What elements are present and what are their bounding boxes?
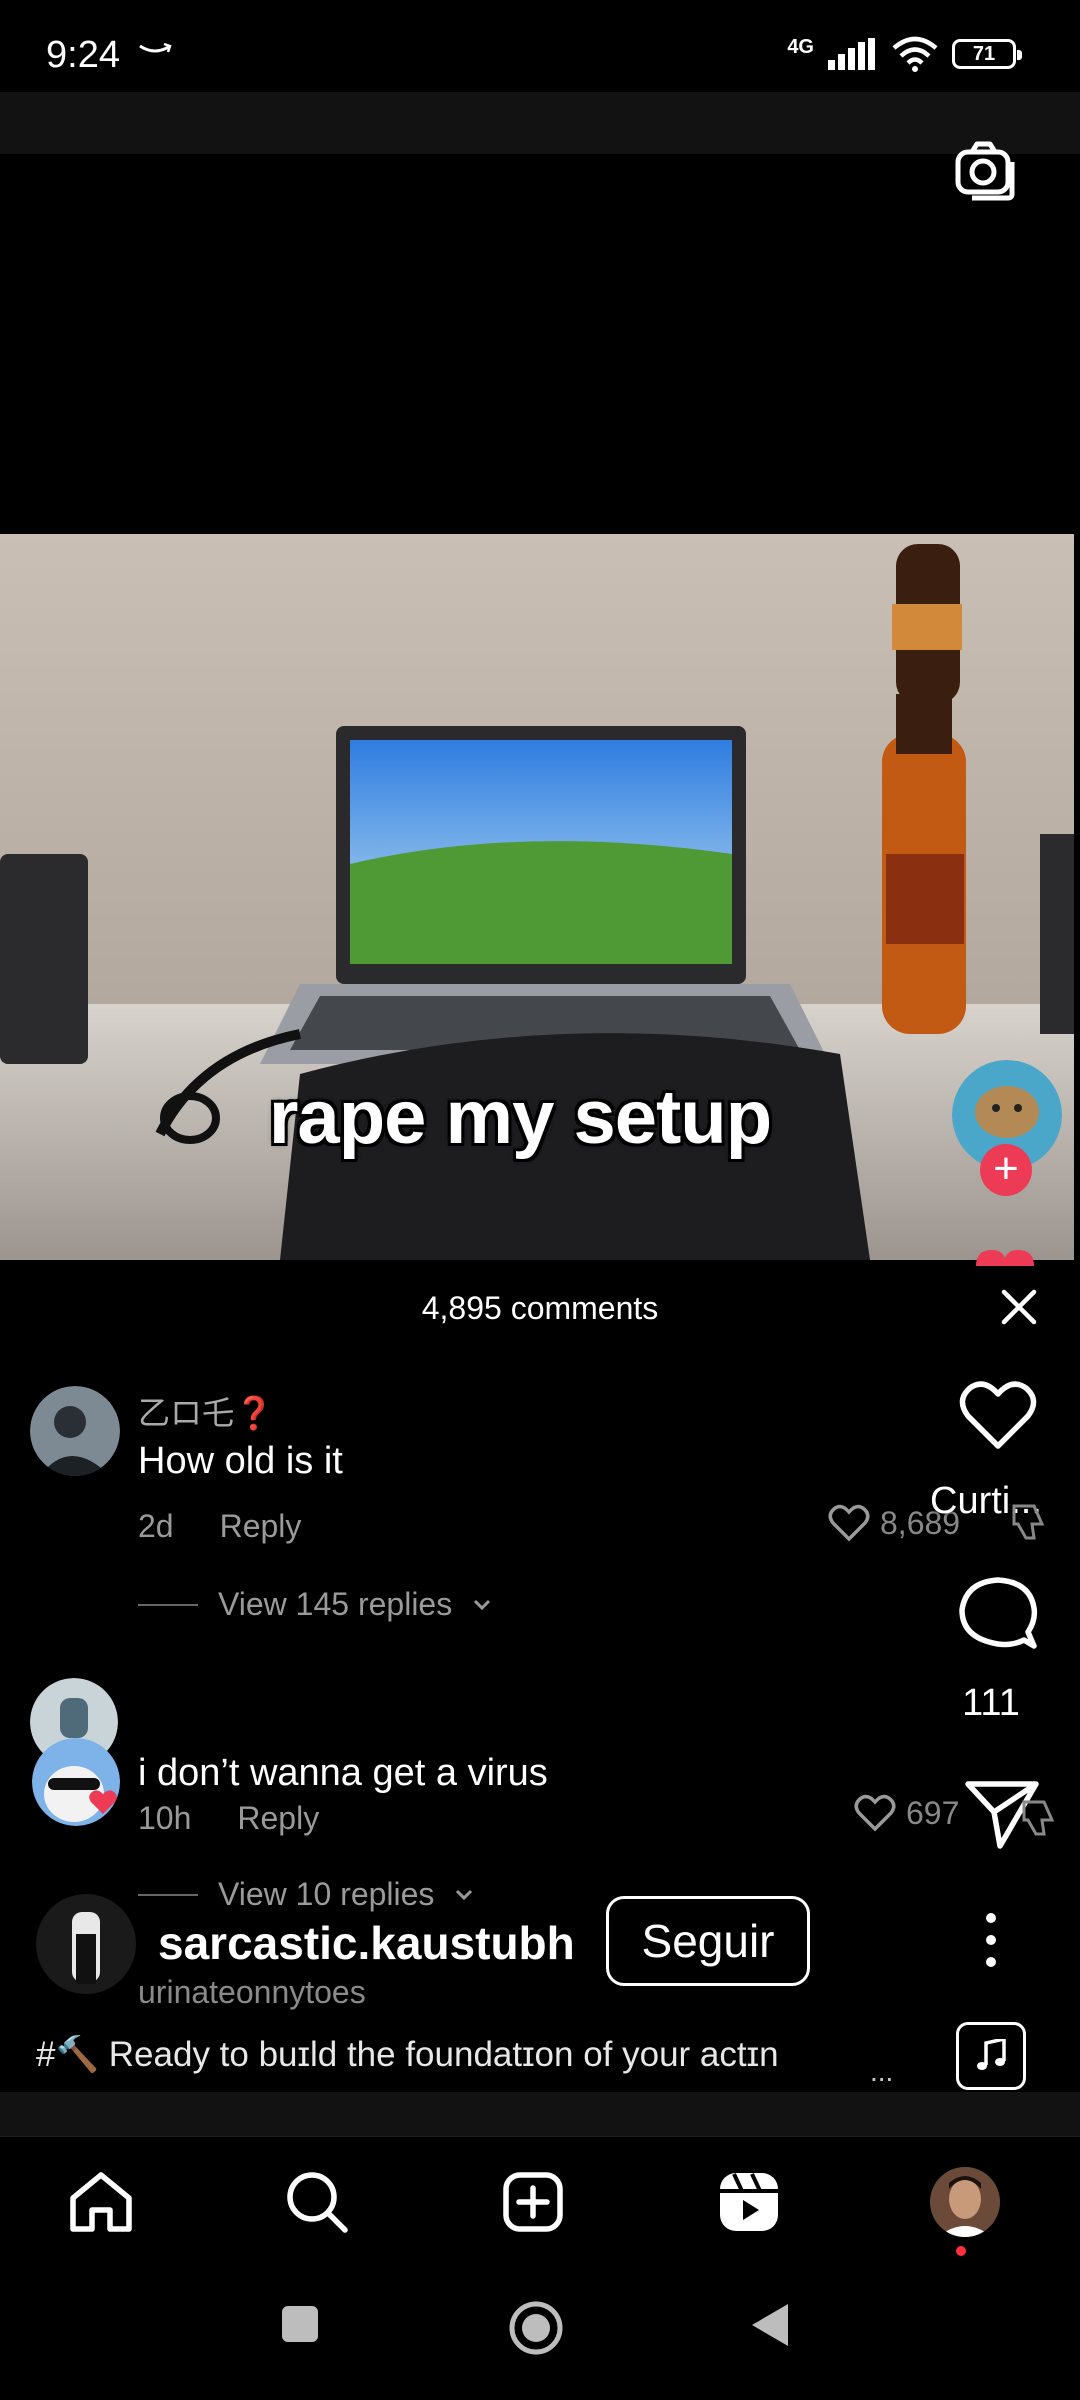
comment-bubble-icon[interactable] <box>958 1576 1038 1652</box>
comment-age: 2d <box>138 1508 174 1544</box>
comment-avatar[interactable] <box>30 1386 120 1476</box>
comment-meta: 10h Reply <box>138 1800 319 1837</box>
chevron-down-icon <box>474 1599 491 1610</box>
battery-indicator: 71 <box>952 39 1022 69</box>
author-username[interactable]: sarcastic.kaustubh <box>158 1916 575 1970</box>
comments-header: 4,895 comments <box>0 1262 1080 1354</box>
nav-search[interactable] <box>282 2167 352 2237</box>
nav-create[interactable] <box>498 2167 568 2237</box>
home-icon[interactable] <box>68 2170 134 2234</box>
nav-reels[interactable] <box>714 2167 784 2237</box>
system-nav-bar <box>0 2266 1080 2400</box>
video-frame: rape my setup <box>0 534 1074 1260</box>
comment-age: 10h <box>138 1800 192 1836</box>
add-post-icon[interactable] <box>502 2171 564 2233</box>
recent-apps-icon[interactable] <box>280 2304 320 2344</box>
comment-action[interactable] <box>948 1576 1048 1657</box>
reply-button[interactable]: Reply <box>237 1800 319 1837</box>
nav-profile[interactable] <box>930 2167 1000 2237</box>
dislike-icon[interactable] <box>1014 1796 1058 1840</box>
wifi-icon <box>892 36 938 72</box>
comment-like[interactable]: 697 <box>854 1794 959 1832</box>
home-circle-icon[interactable] <box>508 2300 564 2356</box>
heart-icon[interactable] <box>958 1380 1038 1452</box>
comment-text: i don’t wanna get a virus <box>138 1752 548 1794</box>
comment-item[interactable]: 乙ロ乇❓ How old is it 2d Reply 8,689 View 1… <box>0 1380 1080 1623</box>
more-vertical-icon[interactable] <box>980 1910 1002 1970</box>
caption-more-button[interactable]: ... <box>870 2056 893 2088</box>
post-caption[interactable]: #🔨 Ready to buɪld the foundatɪon of your… <box>36 2034 779 2075</box>
back-icon[interactable] <box>750 2302 792 2348</box>
profile-avatar[interactable] <box>930 2167 1000 2237</box>
separator-band <box>0 2092 1080 2136</box>
status-time: 9:24 <box>46 34 120 76</box>
profile-notification-dot <box>956 2246 966 2256</box>
reels-icon[interactable] <box>718 2171 780 2233</box>
comment-text: How old is it <box>138 1440 343 1482</box>
network-type: 4G <box>787 35 814 58</box>
bottom-nav <box>0 2136 1080 2266</box>
caption-prefix: #🔨 <box>36 2035 100 2074</box>
search-icon[interactable] <box>285 2170 349 2234</box>
liked-by-author-heart-icon <box>89 1790 117 1814</box>
comment-meta: 2d Reply <box>138 1508 301 1545</box>
amazon-notification-icon <box>139 42 172 53</box>
comment-item[interactable]: i don’t wanna get a virus 10h Reply 697 … <box>0 1676 1080 1916</box>
comment-count: 111 <box>962 1682 1020 1724</box>
music-note-icon <box>977 2039 1006 2070</box>
view-replies-button[interactable]: View 145 replies <box>138 1586 492 1623</box>
comments-count: 4,895 comments <box>421 1290 659 1326</box>
like-action[interactable] <box>948 1380 1048 1457</box>
status-icons: 4G 71 <box>787 34 1022 74</box>
dislike-icon[interactable] <box>1004 1500 1048 1544</box>
heart-icon[interactable] <box>854 1794 896 1832</box>
camera-icon[interactable] <box>952 140 1018 202</box>
close-icon[interactable] <box>996 1284 1042 1330</box>
music-button[interactable] <box>956 2022 1026 2090</box>
top-band <box>0 92 1080 154</box>
status-bar: 9:24 4G 71 <box>0 0 1080 92</box>
signal-icon <box>828 38 875 70</box>
comment-username[interactable]: 乙ロ乇❓ <box>138 1388 274 1434</box>
video-caption: rape my setup <box>268 1075 772 1160</box>
view-replies-label[interactable]: View 145 replies <box>218 1586 452 1623</box>
nav-home[interactable] <box>66 2167 136 2237</box>
replies-divider <box>138 1603 198 1606</box>
author-avatar[interactable] <box>36 1894 136 1994</box>
battery-level: 71 <box>972 42 996 65</box>
follow-button[interactable]: Seguir <box>606 1896 810 1986</box>
reply-button[interactable]: Reply <box>220 1508 302 1545</box>
author-row: sarcastic.kaustubh Seguir <box>0 1890 1080 2000</box>
follow-creator-plus-icon[interactable]: + <box>980 1144 1032 1196</box>
post-caption-row[interactable]: #🔨 Ready to buɪld the foundatɪon of your… <box>0 2020 1080 2090</box>
caption-text: Ready to buɪld the foundatɪon of your ac… <box>108 2035 779 2074</box>
heart-icon[interactable] <box>828 1504 870 1542</box>
